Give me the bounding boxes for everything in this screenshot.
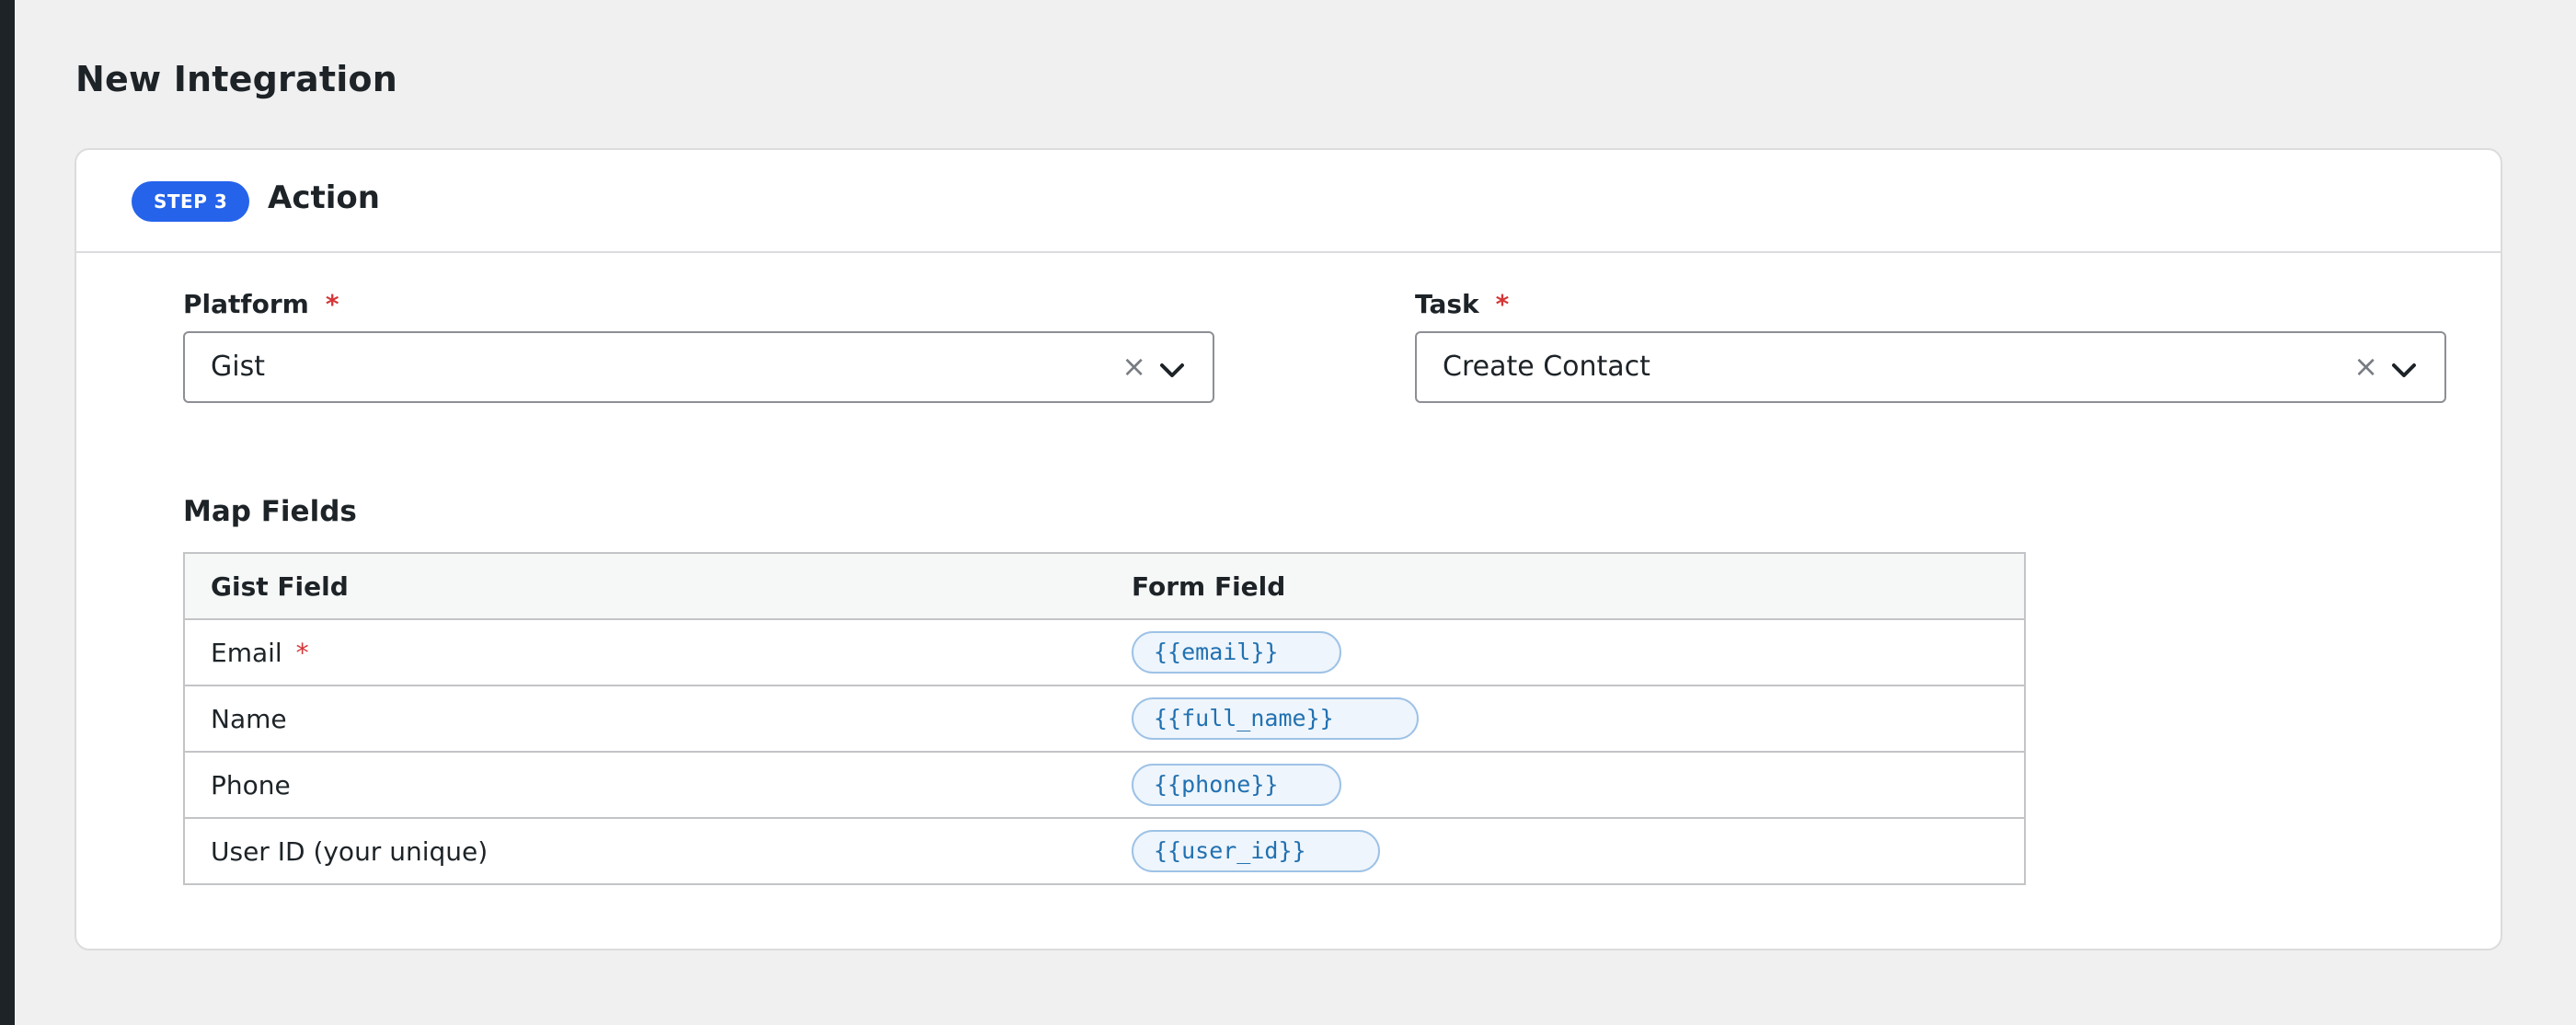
- form-field-cell: {{full_name}}: [1106, 685, 2026, 753]
- column-header-gist-field: Gist Field: [183, 552, 1106, 620]
- close-icon[interactable]: ×: [2353, 333, 2378, 399]
- task-select[interactable]: Create Contact ×: [1415, 331, 2446, 403]
- form-field-token[interactable]: {{full_name}}: [1132, 697, 1419, 740]
- required-marker: *: [1495, 289, 1510, 319]
- table-row: Phone {{phone}}: [183, 751, 2026, 819]
- form-field-cell: {{phone}}: [1106, 751, 2026, 819]
- platform-label: Platform *: [183, 289, 339, 319]
- platform-label-text: Platform: [183, 289, 309, 319]
- map-fields-title: Map Fields: [183, 495, 357, 528]
- table-row: User ID (your unique) {{user_id}}: [183, 817, 2026, 885]
- page-title: New Integration: [75, 59, 397, 99]
- table-header-row: Gist Field Form Field: [183, 552, 2026, 620]
- step-title: Action: [268, 179, 380, 216]
- task-label-text: Task: [1415, 289, 1479, 319]
- chevron-down-icon[interactable]: [2391, 357, 2417, 383]
- form-field-cell: {{user_id}}: [1106, 817, 2026, 885]
- required-marker: *: [325, 289, 339, 319]
- table-row: Email * {{email}}: [183, 618, 2026, 686]
- gist-field-name: User ID (your unique): [211, 835, 489, 867]
- platform-select-value: Gist: [211, 351, 265, 383]
- close-icon[interactable]: ×: [1121, 333, 1146, 399]
- chevron-down-icon[interactable]: [1159, 357, 1185, 383]
- gist-field-cell: User ID (your unique): [183, 817, 1106, 885]
- required-marker: *: [295, 637, 309, 668]
- platform-select[interactable]: Gist ×: [183, 331, 1214, 403]
- gist-field-name: Name: [211, 703, 287, 734]
- gist-field-name: Email: [211, 637, 282, 668]
- gist-field-cell: Email *: [183, 618, 1106, 686]
- table-row: Name {{full_name}}: [183, 685, 2026, 753]
- column-header-form-field: Form Field: [1106, 552, 2026, 620]
- form-field-token[interactable]: {{email}}: [1132, 631, 1341, 674]
- form-field-token[interactable]: {{user_id}}: [1132, 830, 1380, 872]
- step-badge: STEP 3: [132, 181, 250, 222]
- form-field-cell: {{email}}: [1106, 618, 2026, 686]
- task-select-value: Create Contact: [1443, 351, 1650, 383]
- gist-field-name: Phone: [211, 769, 291, 800]
- step-card-header: STEP 3 Action: [76, 150, 2501, 253]
- task-label: Task *: [1415, 289, 1509, 319]
- admin-sidebar-edge: [0, 0, 15, 1025]
- gist-field-cell: Phone: [183, 751, 1106, 819]
- form-field-token[interactable]: {{phone}}: [1132, 764, 1341, 806]
- map-fields-table: Gist Field Form Field Email * {{email}} …: [183, 552, 2026, 885]
- gist-field-cell: Name: [183, 685, 1106, 753]
